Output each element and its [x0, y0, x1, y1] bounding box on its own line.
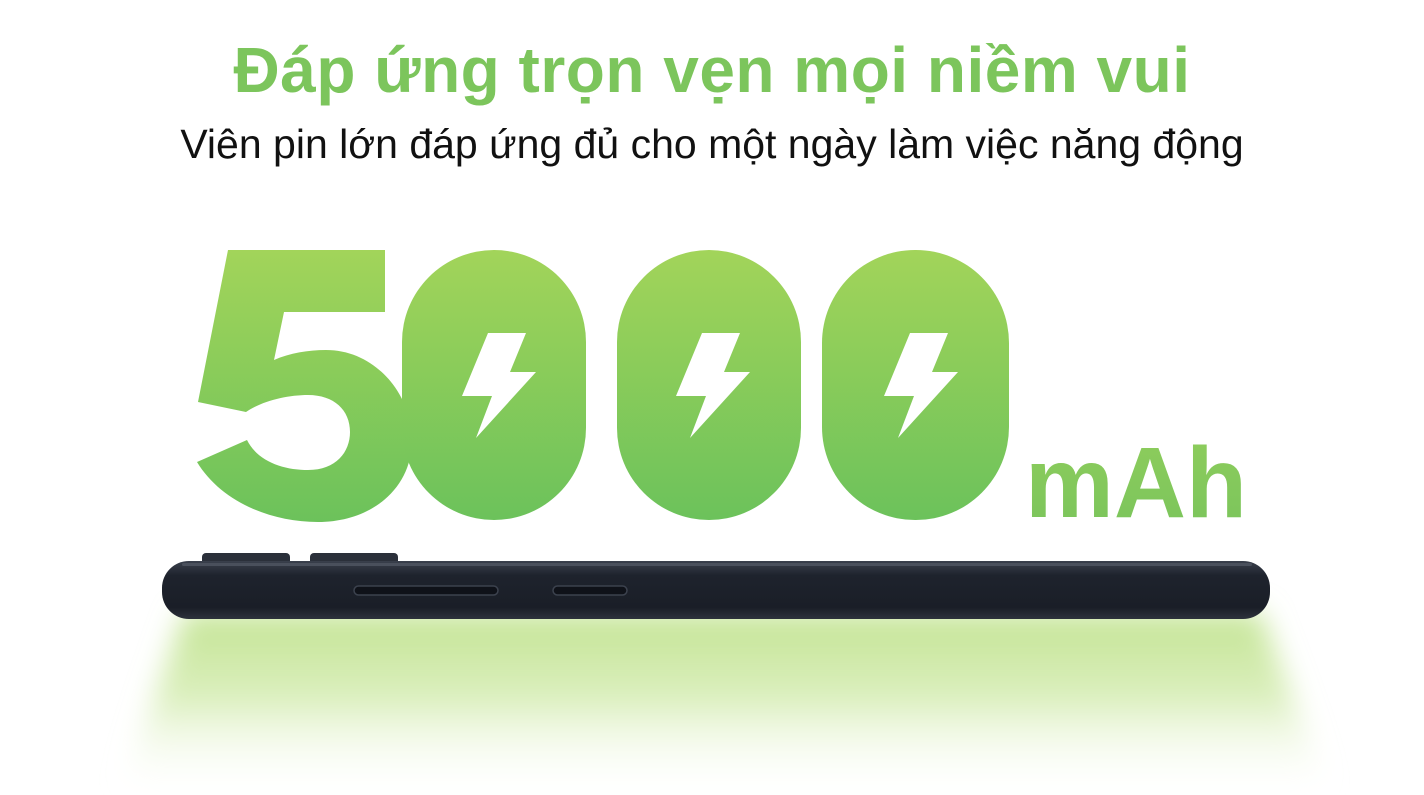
phone-body	[162, 561, 1270, 619]
power-button	[552, 585, 628, 596]
capacity-unit: mAh	[1025, 427, 1247, 539]
battery-glow	[120, 612, 1330, 795]
battery-graphic: 5 mAh	[120, 250, 1330, 795]
phone-edge-highlight	[182, 563, 1252, 566]
volume-button	[353, 585, 499, 596]
capacity-digit-5: 5	[197, 250, 412, 522]
phone-side-view	[162, 553, 1270, 619]
